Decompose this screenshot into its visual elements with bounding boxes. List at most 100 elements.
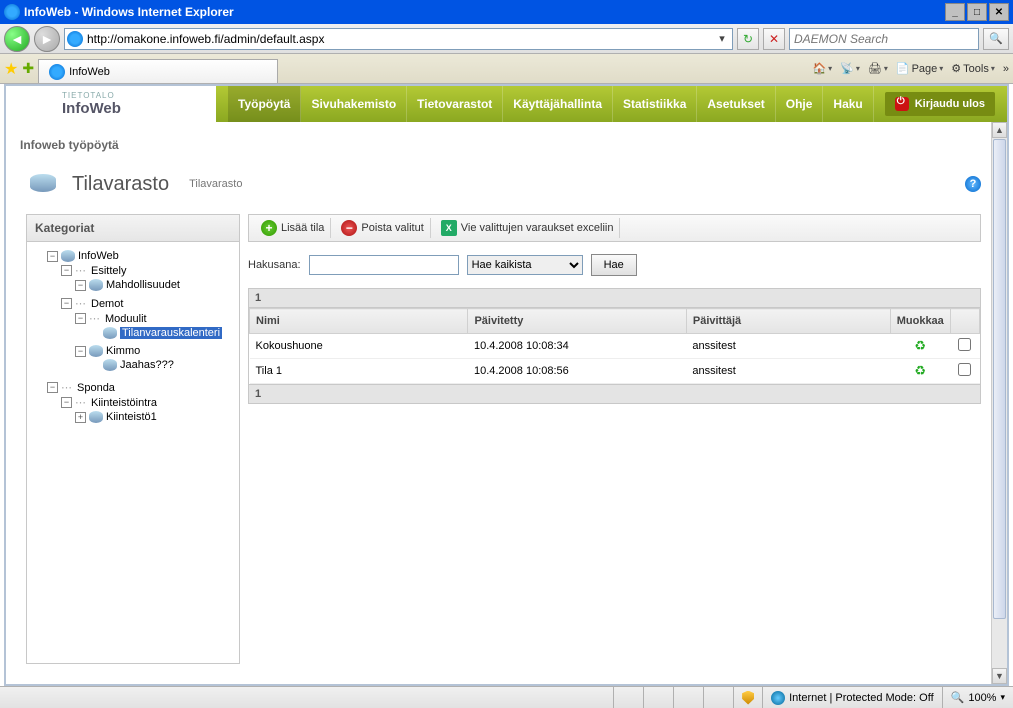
menu-kayttajahallinta[interactable]: Käyttäjähallinta: [503, 86, 613, 122]
tree-node-mahdollisuudet[interactable]: −Mahdollisuudet: [75, 279, 233, 291]
cell-name[interactable]: Kokoushuone: [250, 334, 468, 359]
favorites-star-icon[interactable]: ★: [4, 59, 18, 79]
db-icon: [89, 345, 103, 357]
help-icon[interactable]: ?: [965, 176, 981, 192]
title-pane: Tilavarasto Tilavarasto ?: [16, 162, 991, 214]
globe-icon: [771, 691, 785, 705]
page-icon: [67, 31, 83, 47]
page-content-frame: TIETOTALO InfoWeb Työpöytä Sivuhakemisto…: [4, 84, 1009, 686]
forward-button[interactable]: ►: [34, 26, 60, 52]
main-panel: +Lisää tila −Poista valitut XVie valittu…: [248, 214, 981, 664]
sidebar: Kategoriat −InfoWeb −Esittely −Mahdollis…: [26, 214, 240, 664]
tools-icon-feed[interactable]: 📡▾: [840, 62, 860, 75]
tree-node-infoweb[interactable]: −InfoWeb: [47, 250, 233, 262]
logo: TIETOTALO InfoWeb: [6, 91, 216, 117]
tools-icon-1[interactable]: 🏠▾: [812, 62, 832, 75]
page-title: Tilavarasto: [72, 173, 169, 196]
tools-tools[interactable]: ⚙ Tools ▾: [951, 62, 995, 75]
tools-page[interactable]: 📄 Page ▾: [896, 62, 943, 75]
cell-name[interactable]: Tila 1: [250, 359, 468, 384]
address-dropdown[interactable]: ▾: [714, 32, 730, 45]
cell-updated: 10.4.2008 10:08:34: [468, 334, 686, 359]
edit-icon[interactable]: ♻: [890, 334, 950, 359]
search-keyword-input[interactable]: [309, 255, 459, 275]
minimize-button[interactable]: _: [945, 3, 965, 21]
edit-icon[interactable]: ♻: [890, 359, 950, 384]
export-excel-button[interactable]: XVie valittujen varaukset exceliin: [435, 218, 621, 238]
status-zoom[interactable]: 🔍 100% ▾: [942, 687, 1013, 708]
back-button[interactable]: ◄: [4, 26, 30, 52]
add-icon: +: [261, 220, 277, 236]
window-title: InfoWeb - Windows Internet Explorer: [24, 5, 234, 19]
status-shield[interactable]: [733, 687, 762, 708]
action-toolbar: +Lisää tila −Poista valitut XVie valittu…: [248, 214, 981, 242]
col-select: [950, 309, 979, 334]
menu-tietovarastot[interactable]: Tietovarastot: [407, 86, 503, 122]
col-name[interactable]: Nimi: [250, 309, 468, 334]
logo-big: InfoWeb: [62, 100, 216, 117]
row-checkbox[interactable]: [958, 363, 971, 376]
excel-icon: X: [441, 220, 457, 236]
search-submit-button[interactable]: Hae: [591, 254, 637, 276]
tree-node-kimmo[interactable]: −Kimmo: [75, 345, 233, 357]
browser-search[interactable]: [789, 28, 979, 50]
tree-node-jaahas[interactable]: Jaahas???: [89, 359, 233, 371]
status-empty-3: [673, 687, 703, 708]
menu-asetukset[interactable]: Asetukset: [697, 86, 775, 122]
search-input[interactable]: [794, 32, 974, 46]
col-updater[interactable]: Päivittäjä: [686, 309, 890, 334]
menu-tyopoyta[interactable]: Työpöytä: [228, 86, 301, 122]
close-button[interactable]: ✕: [989, 3, 1009, 21]
add-button[interactable]: +Lisää tila: [255, 218, 331, 238]
tools-chevron[interactable]: »: [1003, 63, 1009, 75]
remove-icon: −: [341, 220, 357, 236]
status-bar: Internet | Protected Mode: Off 🔍 100% ▾: [0, 686, 1013, 708]
table-row: Tila 1 10.4.2008 10:08:56 anssitest ♻: [250, 359, 980, 384]
logout-button[interactable]: Kirjaudu ulos: [885, 92, 995, 116]
search-button[interactable]: 🔍: [983, 28, 1009, 50]
shield-icon: [742, 691, 754, 705]
row-checkbox[interactable]: [958, 338, 971, 351]
search-scope-select[interactable]: Hae kaikista: [467, 255, 583, 275]
pager-top[interactable]: 1: [249, 289, 980, 308]
col-edit: Muokkaa: [890, 309, 950, 334]
scroll-up[interactable]: ▲: [992, 122, 1007, 138]
window-titlebar: InfoWeb - Windows Internet Explorer _ □ …: [0, 0, 1013, 24]
tree-node-kiinteisto1[interactable]: +Kiinteistö1: [75, 411, 233, 423]
scroll-thumb[interactable]: [993, 139, 1006, 619]
tools-icon-print[interactable]: 🖨▾: [868, 62, 888, 75]
browser-tab[interactable]: InfoWeb: [38, 59, 278, 83]
menu-ohje[interactable]: Ohje: [776, 86, 824, 122]
page-header: Infoweb työpöytä: [16, 132, 991, 162]
cell-updated: 10.4.2008 10:08:56: [468, 359, 686, 384]
browser-tabstrip: ★ ✚ InfoWeb 🏠▾ 📡▾ 🖨▾ 📄 Page ▾ ⚙ Tools ▾ …: [0, 54, 1013, 84]
tree-node-sponda[interactable]: −Sponda: [47, 381, 233, 394]
db-icon: [89, 279, 103, 291]
menu-sivuhakemisto[interactable]: Sivuhakemisto: [301, 86, 407, 122]
remove-button[interactable]: −Poista valitut: [335, 218, 430, 238]
menu-statistiikka[interactable]: Statistiikka: [613, 86, 697, 122]
tree-node-demot[interactable]: −Demot: [61, 297, 233, 310]
col-updated[interactable]: Päivitetty: [468, 309, 686, 334]
db-icon: [89, 411, 103, 423]
tree-node-kiinteistointra[interactable]: −Kiinteistöintra: [61, 396, 233, 409]
vertical-scrollbar[interactable]: ▲ ▼: [991, 122, 1007, 684]
tree-node-tilanvaraus[interactable]: Tilanvarauskalenteri: [89, 327, 233, 339]
go-refresh-button[interactable]: ↻: [737, 28, 759, 50]
status-empty-2: [643, 687, 673, 708]
browser-tools: 🏠▾ 📡▾ 🖨▾ 📄 Page ▾ ⚙ Tools ▾ »: [812, 62, 1009, 75]
cell-updater: anssitest: [686, 334, 890, 359]
menu-haku[interactable]: Haku: [823, 86, 873, 122]
logout-label: Kirjaudu ulos: [915, 98, 985, 110]
status-empty-1: [613, 687, 643, 708]
tree-node-esittely[interactable]: −Esittely: [61, 264, 233, 277]
maximize-button[interactable]: □: [967, 3, 987, 21]
address-bar[interactable]: ▾: [64, 28, 733, 50]
pager-bottom[interactable]: 1: [249, 384, 980, 403]
stop-button[interactable]: ✕: [763, 28, 785, 50]
add-favorite-icon[interactable]: ✚: [22, 60, 34, 77]
url-input[interactable]: [83, 32, 714, 46]
status-zone[interactable]: Internet | Protected Mode: Off: [762, 687, 942, 708]
tree-node-moduulit[interactable]: −Moduulit: [75, 312, 233, 325]
scroll-down[interactable]: ▼: [992, 668, 1007, 684]
